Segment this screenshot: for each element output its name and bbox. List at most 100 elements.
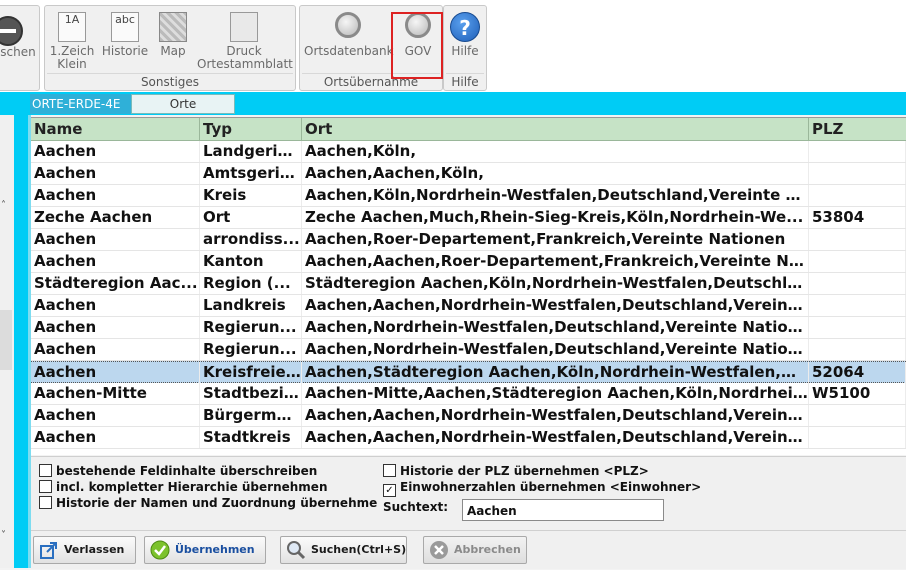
checkbox-box[interactable] bbox=[39, 480, 52, 493]
exit-arrow-icon bbox=[39, 540, 59, 560]
chevron-down-icon[interactable]: ˅ bbox=[1, 530, 6, 541]
help-icon: ? bbox=[450, 12, 480, 42]
search-label: Suchtext: bbox=[383, 500, 448, 514]
table-row[interactable]: Städteregion Aac... Region (... Städteregi… bbox=[31, 273, 906, 295]
column-header-name[interactable]: Name bbox=[31, 118, 200, 140]
cell-plz bbox=[809, 251, 906, 272]
history-button[interactable]: abc Historie bbox=[101, 8, 149, 58]
place-database-button[interactable]: Ortsdatenbank bbox=[304, 8, 394, 58]
cell-name: Aachen bbox=[31, 405, 200, 426]
table-header: Name Typ Ort PLZ bbox=[31, 118, 906, 141]
cell-typ: Regierun... bbox=[200, 317, 302, 338]
table-row[interactable]: Aachen Landkreis Aachen,Aachen,Nordrhein-W… bbox=[31, 295, 906, 317]
checkbox-box[interactable] bbox=[383, 464, 396, 477]
checkbox-label: Historie der Namen und Zuordnung überneh… bbox=[56, 496, 378, 510]
history-icon: abc bbox=[111, 12, 139, 42]
cell-typ: arrondiss... bbox=[200, 229, 302, 250]
check-icon bbox=[150, 540, 170, 560]
table-row[interactable]: Aachen Amtsgericht Aachen,Aachen,Köln, bbox=[31, 163, 906, 185]
group-label-sonstiges: Sonstiges bbox=[140, 75, 200, 89]
checkbox-name-history[interactable]: Historie der Namen und Zuordnung überneh… bbox=[39, 496, 377, 510]
tab-orte-erde[interactable]: ORTE-ERDE-4E bbox=[30, 94, 132, 114]
map-icon bbox=[159, 12, 187, 42]
table-row[interactable]: Aachen Regierun... Aachen,Nordrhein-Westfa… bbox=[31, 317, 906, 339]
cell-ort: Aachen,Aachen,Köln, bbox=[302, 163, 809, 184]
cell-typ: Ort bbox=[200, 207, 302, 228]
table-row[interactable]: Aachen Kanton Aachen,Aachen,Roer-Departeme… bbox=[31, 251, 906, 273]
checkbox-box[interactable] bbox=[39, 496, 52, 509]
cell-typ: Bürgerme... bbox=[200, 405, 302, 426]
checkbox-box-checked[interactable]: ✓ bbox=[383, 484, 396, 497]
gov-highlight-box bbox=[391, 12, 443, 79]
table-row[interactable]: Aachen Stadtkreis Aachen,Aachen,Nordrhein-… bbox=[31, 427, 906, 449]
table-row[interactable]: Aachen Kreis Aachen,Köln,Nordrhein-Westfal… bbox=[31, 185, 906, 207]
cell-plz bbox=[809, 273, 906, 294]
search-button-label: Suchen(Ctrl+S) bbox=[311, 543, 407, 556]
partial-button-label[interactable]: schen bbox=[0, 46, 37, 59]
cell-plz: 52064 bbox=[809, 362, 906, 383]
left-scroll-strip[interactable]: ˄ ˅ bbox=[0, 115, 15, 568]
options-panel: bestehende Feldinhalte überschreiben inc… bbox=[31, 456, 906, 530]
map-button[interactable]: Map bbox=[153, 8, 193, 58]
cell-typ: Amtsgericht bbox=[200, 163, 302, 184]
cell-name: Aachen bbox=[31, 339, 200, 360]
checkbox-label: Historie der PLZ übernehmen <PLZ> bbox=[400, 464, 649, 478]
leave-button[interactable]: Verlassen bbox=[33, 536, 136, 564]
checkbox-box[interactable] bbox=[39, 464, 52, 477]
cell-typ: Regierun... bbox=[200, 339, 302, 360]
cell-name: Aachen bbox=[31, 362, 200, 383]
cell-plz bbox=[809, 339, 906, 360]
table-row[interactable]: Aachen arrondiss... Aachen,Roer-Departemen… bbox=[31, 229, 906, 251]
search-button[interactable]: Suchen(Ctrl+S) bbox=[280, 536, 407, 564]
table-row[interactable]: Aachen Bürgerme... Aachen,Aachen,Nordrhein… bbox=[31, 405, 906, 427]
cell-plz bbox=[809, 405, 906, 426]
scrollbar-thumb[interactable] bbox=[0, 310, 12, 370]
apply-button[interactable]: Übernehmen bbox=[144, 536, 266, 564]
table-row[interactable]: Zeche Aachen Ort Zeche Aachen,Much,Rhein-S… bbox=[31, 207, 906, 229]
places-table: Name Typ Ort PLZ Aachen Landgericht Aachen… bbox=[31, 117, 906, 455]
cell-typ: Kreis bbox=[200, 185, 302, 206]
checkbox-hierarchy[interactable]: incl. kompletter Hierarchie übernehmen bbox=[39, 480, 328, 494]
cell-name: Aachen-Mitte bbox=[31, 383, 200, 404]
cell-name: Aachen bbox=[31, 295, 200, 316]
column-header-typ[interactable]: Typ bbox=[200, 118, 302, 140]
cell-name: Aachen bbox=[31, 317, 200, 338]
side-accent-bar bbox=[14, 115, 28, 568]
checkbox-population[interactable]: ✓ Einwohnerzahlen übernehmen <Einwohner> bbox=[383, 480, 701, 497]
magnifier-icon bbox=[335, 12, 361, 38]
search-input[interactable]: Aachen bbox=[462, 499, 664, 521]
first-char-lowercase-button[interactable]: 1A 1.Zeich Klein bbox=[49, 8, 95, 71]
table-row[interactable]: Aachen-Mitte Stadtbezirk Aachen-Mitte,Aach… bbox=[31, 383, 906, 405]
column-header-ort[interactable]: Ort bbox=[302, 118, 809, 140]
group-separator bbox=[446, 73, 484, 74]
apply-label: Übernehmen bbox=[175, 543, 255, 556]
cell-ort: Aachen-Mitte,Aachen,Städteregion Aachen,… bbox=[302, 383, 809, 404]
tab-orte[interactable]: Orte bbox=[131, 94, 235, 114]
checkbox-label: Einwohnerzahlen übernehmen <Einwohner> bbox=[400, 480, 702, 494]
cell-ort: Aachen,Roer-Departement,Frankreich,Verei… bbox=[302, 229, 809, 250]
table-row-selected[interactable]: Aachen Kreisfreie... Aachen,Städteregion A… bbox=[31, 361, 906, 383]
cancel-button[interactable]: Abbrechen bbox=[423, 536, 527, 564]
ribbon-group-hilfe: ? Hilfe Hilfe bbox=[443, 5, 487, 91]
cell-plz: W5100 bbox=[809, 383, 906, 404]
cell-plz bbox=[809, 185, 906, 206]
cell-ort: Aachen,Nordrhein-Westfalen,Deutschland,V… bbox=[302, 339, 809, 360]
print-place-sheet-button[interactable]: Druck Ortestammblatt bbox=[197, 8, 293, 71]
table-row[interactable]: Aachen Landgericht Aachen,Köln, bbox=[31, 141, 906, 163]
ribbon-group-sonstiges: 1A 1.Zeich Klein abc Historie Map Druck … bbox=[44, 5, 296, 91]
checkbox-overwrite[interactable]: bestehende Feldinhalte überschreiben bbox=[39, 464, 317, 478]
cell-typ: Kreisfreie... bbox=[200, 362, 302, 383]
ribbon: schen 1A 1.Zeich Klein abc Historie Map … bbox=[0, 0, 906, 92]
column-header-plz[interactable]: PLZ bbox=[809, 118, 906, 140]
checkbox-plz-history[interactable]: Historie der PLZ übernehmen <PLZ> bbox=[383, 464, 649, 478]
table-row[interactable]: Aachen Regierun... Aachen,Nordrhein-Westfa… bbox=[31, 339, 906, 361]
cell-ort: Aachen,Köln,Nordrhein-Westfalen,Deutschl… bbox=[302, 185, 809, 206]
checkbox-label: bestehende Feldinhalte überschreiben bbox=[56, 464, 318, 478]
first-char-label-2: Klein bbox=[57, 57, 87, 71]
cell-typ: Stadtkreis bbox=[200, 427, 302, 448]
help-button[interactable]: ? Hilfe bbox=[446, 8, 484, 58]
cell-plz bbox=[809, 317, 906, 338]
group-label-hilfe: Hilfe bbox=[451, 75, 479, 89]
exit-icon bbox=[0, 16, 23, 46]
chevron-up-icon[interactable]: ˄ bbox=[1, 200, 6, 211]
